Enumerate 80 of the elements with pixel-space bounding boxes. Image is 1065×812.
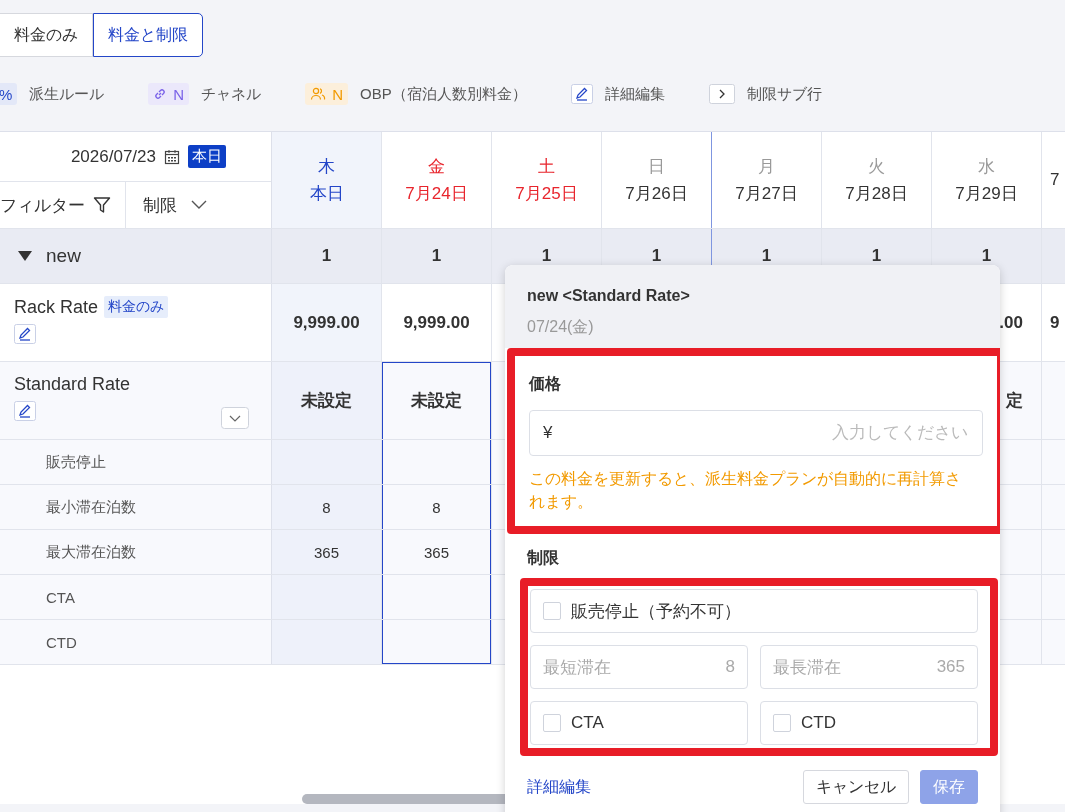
date-label: 7月29日	[955, 183, 1018, 205]
weekday-label: 金	[428, 156, 445, 178]
caret-down-icon[interactable]	[18, 251, 32, 261]
rate-name: Rack Rate	[14, 296, 99, 318]
filter-label[interactable]: フィルター	[0, 193, 85, 217]
calendar-icon[interactable]	[164, 148, 180, 165]
checkbox[interactable]	[543, 602, 561, 620]
rate-cell[interactable]: 未設定	[382, 362, 492, 439]
date-label: 7月26日	[625, 183, 688, 205]
weekday-label: 日	[648, 156, 665, 178]
weekday-label: 火	[868, 156, 885, 178]
table-cell[interactable]: 365	[382, 530, 492, 574]
chevron-right-icon[interactable]	[708, 84, 735, 104]
group-name: new	[46, 245, 81, 267]
currency-symbol: ¥	[543, 423, 553, 443]
date-header[interactable]: 水 7月29日	[932, 132, 1042, 228]
weekday-label: 水	[978, 156, 995, 178]
date-label: 本日	[309, 183, 344, 205]
legend-label: 制限サブ行	[746, 84, 822, 104]
rate-name: Standard Rate	[14, 374, 131, 395]
warning-text: この料金を更新すると、派生料金プランが自動的に再計算されます。	[529, 469, 962, 512]
rate-cell: 9,999.00	[382, 284, 492, 361]
date-header[interactable]: 火 7月28日	[822, 132, 932, 228]
date-label: 7月27日	[735, 183, 798, 205]
count-badge: N	[148, 83, 190, 105]
restriction-label: CTA	[46, 588, 75, 606]
people-icon	[310, 87, 327, 101]
detail-edit-link[interactable]: 詳細編集	[527, 776, 591, 798]
date-header[interactable]: 月 7月27日	[711, 132, 822, 228]
today-button[interactable]: 本日	[188, 145, 226, 168]
restriction-label: 最小滞在泊数	[46, 497, 136, 517]
date-header[interactable]: 日 7月26日	[602, 132, 712, 228]
checkbox-label[interactable]: 販売停止（予約不可）	[571, 599, 741, 623]
percent-badge: %	[0, 83, 18, 105]
restriction-label: 販売停止	[46, 452, 106, 472]
checkbox[interactable]	[773, 714, 791, 732]
checkbox-label[interactable]: CTA	[571, 713, 604, 733]
rate-cell[interactable]: 未設定	[272, 362, 382, 439]
view-tab[interactable]: 料金のみ	[0, 13, 93, 57]
link-icon	[153, 87, 168, 101]
table-cell[interactable]: 365	[272, 530, 382, 574]
edit-icon[interactable]	[14, 401, 36, 421]
date-text[interactable]: 2026/07/23	[70, 146, 156, 167]
legend-label: 詳細編集	[604, 84, 665, 104]
checkbox[interactable]	[543, 714, 561, 732]
weekday-label: 木	[318, 156, 335, 178]
table-cell: 1	[382, 229, 492, 283]
edit-icon[interactable]	[570, 84, 593, 104]
rate-cell: 9,999.00	[272, 284, 382, 361]
restrictions-label: 制限	[527, 549, 559, 566]
restriction-label: CTD	[46, 633, 77, 651]
weekday-label: 月	[758, 156, 775, 178]
date-label: 7月28日	[845, 183, 908, 205]
popover-title: new <Standard Rate>	[527, 287, 691, 305]
popover-date: 07/24(金)	[527, 317, 595, 337]
table-cell[interactable]: 8	[382, 485, 492, 529]
date-header[interactable]: 金 7月24日	[382, 132, 492, 228]
date-label: 7月24日	[405, 183, 468, 205]
date-label: 7	[1050, 170, 1060, 190]
edit-icon[interactable]	[14, 324, 36, 344]
date-label: 7月25日	[515, 183, 578, 205]
view-tab[interactable]: 料金と制限	[93, 13, 203, 57]
cancel-button[interactable]: キャンセル	[803, 770, 909, 804]
date-header[interactable]: 木 本日	[272, 132, 382, 228]
restriction-label: 最大滞在泊数	[46, 542, 136, 562]
table-cell[interactable]: 8	[272, 485, 382, 529]
legend-label: OBP（宿泊人数別料金）	[360, 84, 527, 104]
price-label: 価格	[529, 374, 562, 394]
legend-label: チャネル	[201, 84, 262, 104]
weekday-label: 土	[538, 156, 555, 178]
legend-label: 派生ルール	[29, 84, 105, 104]
view-select[interactable]: 制限	[143, 193, 177, 217]
filter-icon[interactable]	[93, 196, 111, 214]
date-header[interactable]: 7	[1042, 132, 1065, 228]
count-badge: N	[305, 83, 349, 105]
date-header[interactable]: 土 7月25日	[492, 132, 602, 228]
chevron-down-icon[interactable]	[191, 200, 207, 210]
rate-cell: 9	[1042, 284, 1065, 361]
checkbox-label[interactable]: CTD	[801, 713, 836, 733]
rate-tag: 料金のみ	[104, 296, 169, 318]
